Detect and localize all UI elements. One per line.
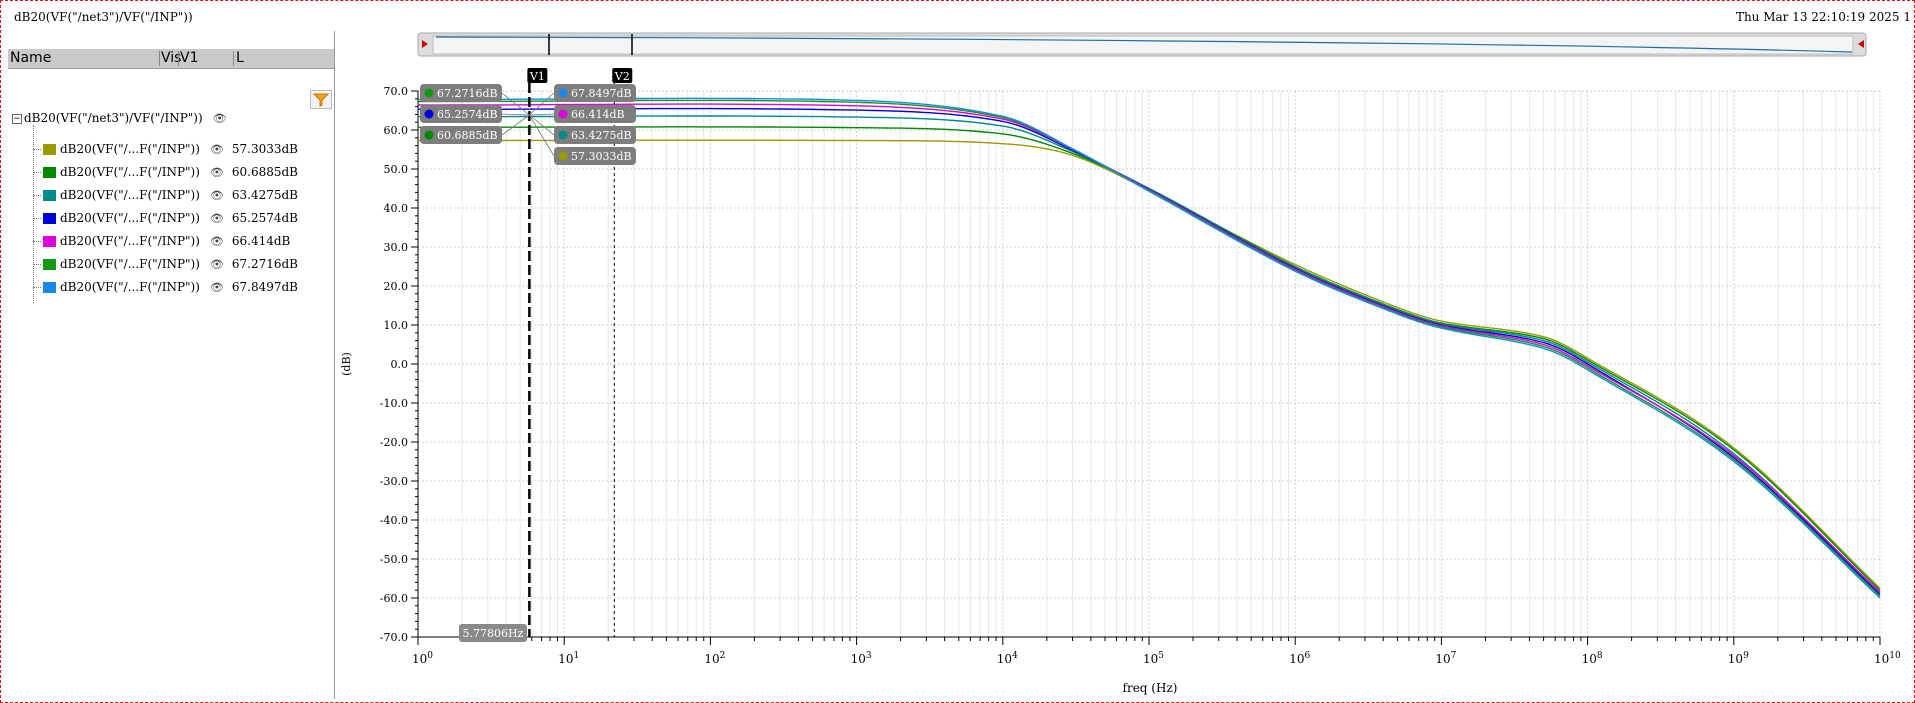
marker-v1-freq-label: 5.77806Hz: [463, 627, 524, 640]
marker-v1-tag-text: 67.2716dB: [437, 87, 498, 100]
marker-v2-label: V2: [614, 70, 630, 83]
x-tick-label: 102: [704, 651, 725, 666]
plot-area[interactable]: 100 101 102 103 104 105 106 107 108 109 1010 70.0 60…: [0, 0, 1915, 703]
x-tick-label: 109: [1728, 651, 1749, 666]
y-tick-label: -40.0: [380, 514, 408, 527]
marker-v2-tag-dot: [558, 109, 568, 119]
x-tick-label: 103: [851, 651, 872, 666]
marker-v1-tag-text: 65.2574dB: [437, 108, 498, 121]
marker-v2-tag-dot: [558, 151, 568, 161]
y-tick-label: -60.0: [380, 592, 408, 605]
y-tick-label: 50.0: [384, 163, 409, 176]
marker-v2-tag-dot: [558, 130, 568, 140]
y-tick-label: -10.0: [380, 397, 408, 410]
marker-v1-tag-dot: [424, 130, 434, 140]
x-tick-label: 101: [558, 651, 579, 666]
y-axis-label: (dB): [340, 352, 353, 376]
y-tick-label: -30.0: [380, 475, 408, 488]
marker-v1-tag-dot: [424, 88, 434, 98]
marker-v2-tag-dot: [558, 88, 568, 98]
marker-v1-label: V1: [529, 70, 545, 83]
y-tick-label: -70.0: [380, 631, 408, 644]
x-tick-label: 107: [1435, 651, 1456, 666]
x-tick-label: 108: [1582, 651, 1603, 666]
y-tick-label: 60.0: [384, 124, 409, 137]
y-tick-label: -50.0: [380, 553, 408, 566]
marker-v2-tag-text: 67.8497dB: [571, 87, 632, 100]
x-tick-label: 1010: [1874, 651, 1901, 666]
x-tick-label: 105: [1143, 651, 1164, 666]
y-tick-label: 0.0: [391, 358, 409, 371]
y-tick-label: 70.0: [384, 85, 409, 98]
x-tick-label: 100: [412, 651, 433, 666]
marker-v1-tag-dot: [424, 109, 434, 119]
marker-v2-tag-text: 63.4275dB: [571, 129, 632, 142]
y-tick-label: -20.0: [380, 436, 408, 449]
marker-v1-tag-text: 60.6885dB: [437, 129, 498, 142]
marker-v2-tag-text: 66.414dB: [571, 108, 625, 121]
y-tick-label: 30.0: [384, 241, 409, 254]
marker-v2-tag-text: 57.3033dB: [571, 150, 632, 163]
y-tick-label: 10.0: [384, 319, 409, 332]
overview-thumb[interactable]: [432, 35, 1854, 55]
y-tick-label: 20.0: [384, 280, 409, 293]
x-axis-label: freq (Hz): [1123, 681, 1178, 695]
x-tick-label: 106: [1289, 651, 1310, 666]
y-tick-label: 40.0: [384, 202, 409, 215]
x-tick-label: 104: [997, 651, 1018, 666]
